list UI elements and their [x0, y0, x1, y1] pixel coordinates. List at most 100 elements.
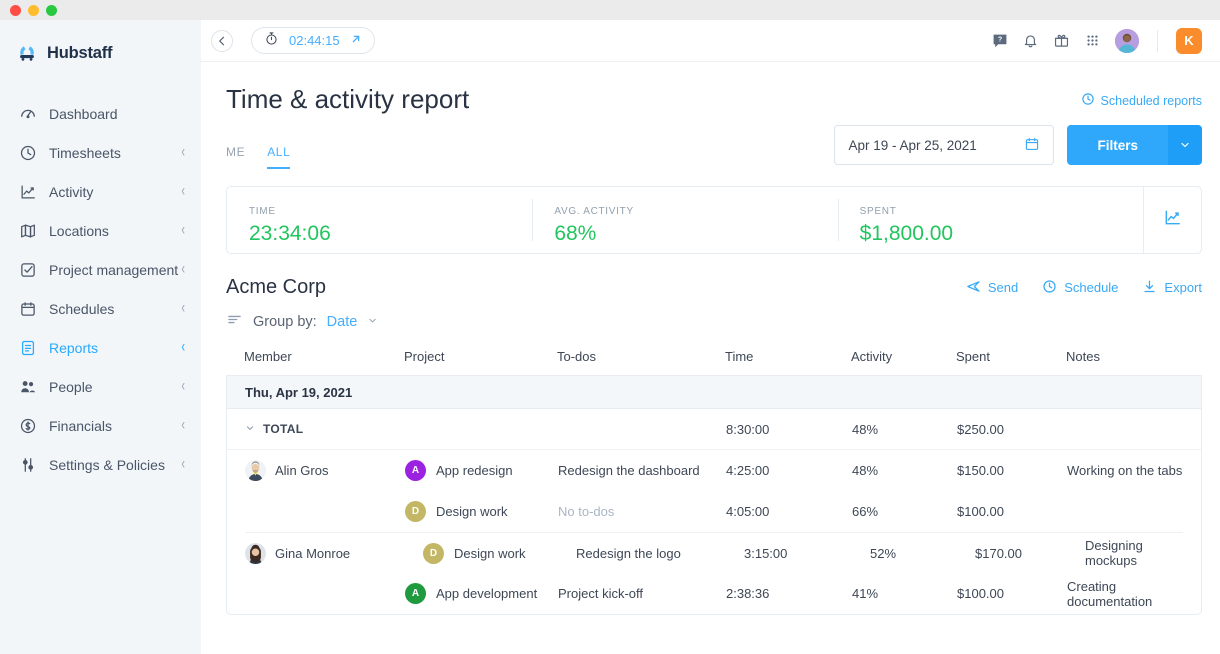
cell-notes: Working on the tabs [1067, 463, 1183, 478]
total-cell-spent: $250.00 [957, 421, 1004, 437]
view-chart-button[interactable] [1142, 187, 1201, 253]
report-header: Acme Corp Send Schedule Export [226, 276, 1202, 299]
chevron-down-icon[interactable] [245, 423, 255, 436]
clock-icon [18, 143, 37, 162]
date-range-picker[interactable]: Apr 19 - Apr 25, 2021 [834, 125, 1055, 165]
sidebar-item-schedules[interactable]: Schedules ‹ [0, 289, 201, 328]
project-name: App redesign [436, 463, 513, 478]
table-row[interactable]: Alin Gros A App redesign Redesign the da… [227, 450, 1201, 491]
stat-label: AVG. ACTIVITY [554, 205, 634, 217]
page-title: Time & activity report [226, 84, 470, 114]
sidebar-item-locations[interactable]: Locations ‹ [0, 211, 201, 250]
sidebar-item-people[interactable]: People ‹ [0, 367, 201, 406]
cell-notes: Creating documentation [1067, 578, 1153, 609]
timer-widget[interactable]: 02:44:15 [251, 27, 375, 54]
sidebar-item-dashboard[interactable]: Dashboard [0, 94, 201, 133]
cell-member: Alin Gros [227, 460, 405, 481]
sidebar-item-activity[interactable]: Activity ‹ [0, 172, 201, 211]
svg-text:?: ? [998, 35, 1002, 43]
column-header-time: Time [725, 349, 754, 364]
workspace-badge[interactable]: K [1176, 27, 1202, 54]
chevron-down-icon[interactable] [1168, 125, 1202, 165]
topbar-icons: ? K [992, 27, 1202, 54]
total-cell-member: TOTAL [227, 422, 405, 436]
cell-todos: No to-dos [558, 504, 615, 519]
chevron-right-icon: ‹ [181, 298, 185, 317]
project-name: App development [436, 586, 538, 601]
sidebar-item-label: Schedules [49, 300, 115, 317]
cell-activity: 66% [852, 504, 879, 519]
sidebar-item-reports[interactable]: Reports ‹ [0, 328, 201, 367]
report-icon [18, 338, 37, 357]
back-button[interactable] [211, 29, 233, 52]
column-header-todos: To-dos [557, 349, 597, 364]
arrow-up-right-icon[interactable] [350, 32, 362, 50]
sidebar-item-financials[interactable]: Financials ‹ [0, 406, 201, 445]
sidebar: Hubstaff Dashboard Timesheets ‹ Activity… [0, 20, 201, 654]
line-chart-icon [1163, 208, 1182, 232]
schedule-button[interactable]: Schedule [1042, 279, 1118, 297]
filters-button[interactable]: Filters [1067, 125, 1202, 165]
timer-value: 02:44:15 [289, 33, 340, 48]
sidebar-item-label: Reports [49, 339, 99, 356]
apps-grid-icon[interactable] [1084, 32, 1101, 49]
download-icon [1142, 279, 1157, 297]
table-row[interactable]: Gina Monroe D Design work Redesign the l… [245, 532, 1183, 573]
chevron-down-icon[interactable] [367, 315, 378, 329]
topbar: 02:44:15 ? K [201, 20, 1220, 62]
sidebar-item-label: People [49, 378, 93, 395]
total-label-wrap[interactable]: TOTAL [245, 422, 303, 436]
tab-all[interactable]: ALL [267, 145, 291, 169]
cell-spent: $150.00 [957, 463, 1004, 478]
stat-avg-activity: AVG. ACTIVITY 68% [532, 187, 837, 253]
table-row[interactable]: D Design work No to-dos 4:05:00 66% $100… [227, 491, 1201, 532]
cell-spent: $100.00 [957, 504, 1004, 519]
window-chrome [0, 0, 1220, 20]
cell-time: 4:05:00 [726, 504, 770, 519]
map-icon [18, 221, 37, 240]
send-icon [966, 279, 981, 297]
report-table: Member Project To-dos Time Activity Spen… [226, 349, 1202, 615]
title-row: Time & activity report Scheduled reports [226, 62, 1202, 115]
scheduled-reports-link[interactable]: Scheduled reports [1081, 84, 1202, 109]
cell-project: D Design work [423, 542, 576, 564]
clock-icon [1081, 92, 1095, 109]
stat-value: 68% [554, 221, 597, 245]
chevron-right-icon: ‹ [181, 259, 185, 278]
stat-time: TIME 23:34:06 [227, 187, 532, 253]
export-button[interactable]: Export [1142, 279, 1202, 297]
main-area: 02:44:15 ? K Time & activity report Sche… [201, 20, 1220, 654]
group-by-label: Group by: [253, 314, 317, 330]
gift-icon[interactable] [1053, 32, 1070, 49]
sidebar-item-project-management[interactable]: Project management ‹ [0, 250, 201, 289]
sidebar-item-settings-policies[interactable]: Settings & Policies ‹ [0, 445, 201, 484]
chevron-right-icon: ‹ [181, 220, 185, 239]
send-button[interactable]: Send [966, 279, 1018, 297]
tab-me[interactable]: ME [226, 145, 245, 169]
member-name: Gina Monroe [275, 545, 351, 561]
column-header-notes: Notes [1066, 349, 1100, 364]
project-avatar: A [405, 460, 426, 481]
group-by-control[interactable]: Group by: Date [226, 311, 1202, 333]
help-icon[interactable]: ? [992, 33, 1008, 49]
sidebar-item-timesheets[interactable]: Timesheets ‹ [0, 133, 201, 172]
chevron-right-icon: ‹ [181, 181, 185, 200]
sidebar-item-label: Dashboard [49, 105, 118, 122]
window-maximize-button[interactable] [46, 4, 57, 16]
tabs-row: ME ALL Apr 19 - Apr 25, 2021 Filters [226, 125, 1202, 169]
window-close-button[interactable] [10, 4, 21, 16]
cell-todos: Redesign the dashboard [558, 463, 700, 478]
bell-icon[interactable] [1022, 32, 1039, 49]
report-actions: Send Schedule Export [966, 279, 1202, 297]
filters-area: Apr 19 - Apr 25, 2021 Filters [834, 125, 1202, 169]
table-row[interactable]: A App development Project kick-off 2:38:… [227, 573, 1201, 614]
dollar-circle-icon [18, 416, 37, 435]
cell-time: 4:25:00 [726, 463, 770, 478]
stopwatch-icon [264, 31, 279, 51]
avatar[interactable] [1115, 28, 1139, 53]
project-name: Design work [436, 504, 508, 519]
brand-logo[interactable]: Hubstaff [0, 42, 201, 64]
window-minimize-button[interactable] [28, 4, 39, 16]
activity-chart-icon [18, 182, 37, 201]
project-name: Design work [454, 545, 526, 561]
